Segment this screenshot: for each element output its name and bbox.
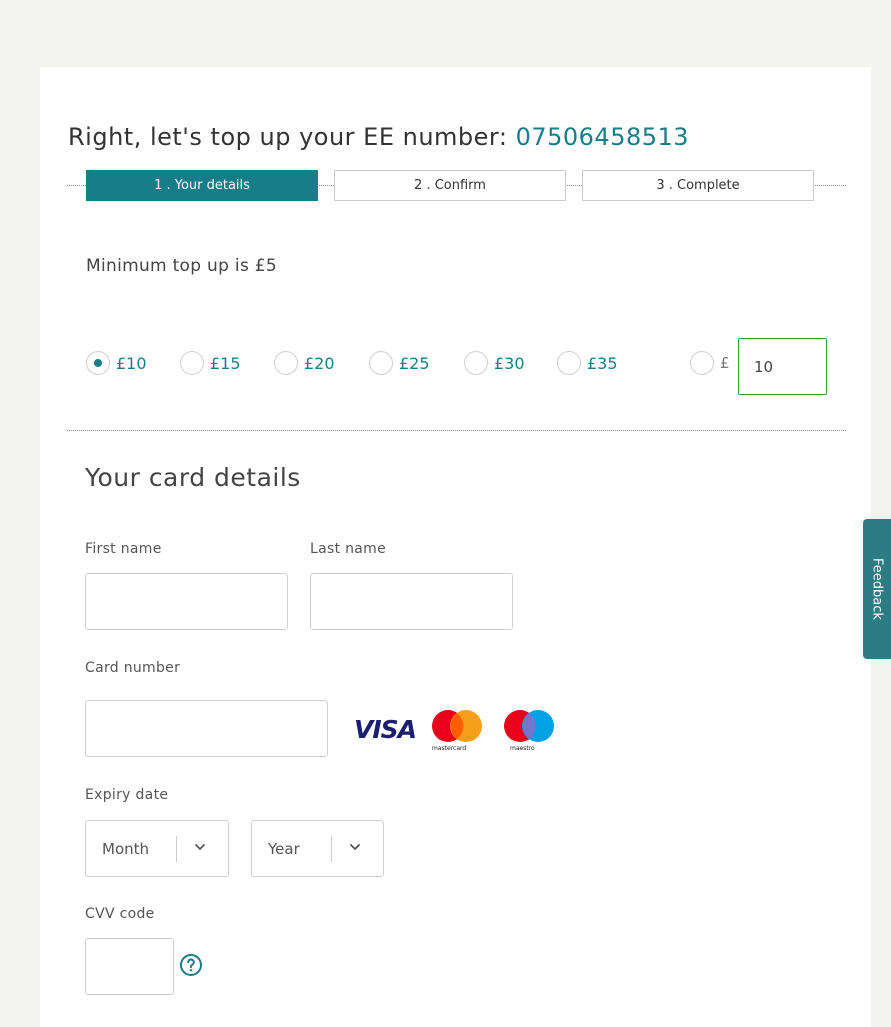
month-placeholder: Month	[102, 839, 150, 858]
amount-radio-35[interactable]	[557, 351, 581, 375]
section-divider	[67, 430, 846, 431]
page-title-prefix: Right, let's top up your EE number:	[68, 123, 516, 151]
step-complete: 3 . Complete	[582, 170, 814, 201]
visa-logo: VISA	[354, 715, 417, 744]
expiry-date-label: Expiry date	[85, 787, 169, 803]
amount-options: £10 £15 £20 £25 £30 £35 £	[86, 338, 846, 395]
custom-amount-input[interactable]	[738, 338, 827, 395]
card-number-field[interactable]	[85, 700, 328, 757]
step-confirm: 2 . Confirm	[334, 170, 566, 201]
amount-option-30[interactable]: £30	[464, 351, 525, 375]
amount-radio-20[interactable]	[274, 351, 298, 375]
amount-label-30: £30	[494, 353, 525, 373]
amount-label-20: £20	[304, 353, 335, 373]
amount-label-10: £10	[116, 353, 147, 373]
minimum-top-up-text: Minimum top up is £5	[86, 256, 278, 276]
maestro-wordmark: maestro	[510, 745, 535, 752]
amount-label-35: £35	[587, 353, 618, 373]
first-name-label: First name	[85, 541, 162, 557]
feedback-tab[interactable]: Feedback	[863, 519, 891, 659]
amount-radio-custom[interactable]	[690, 351, 714, 375]
select-separator	[176, 836, 177, 862]
last-name-field[interactable]	[310, 573, 513, 630]
chevron-down-icon	[195, 844, 205, 850]
amount-radio-15[interactable]	[180, 351, 204, 375]
cvv-label: CVV code	[85, 906, 155, 922]
select-separator	[331, 836, 332, 862]
amount-label-25: £25	[399, 353, 430, 373]
expiry-year-select[interactable]: Year	[251, 820, 384, 877]
amount-radio-30[interactable]	[464, 351, 488, 375]
help-icon[interactable]	[179, 953, 203, 977]
amount-option-20[interactable]: £20	[274, 351, 335, 375]
last-name-label: Last name	[310, 541, 387, 557]
step-your-details: 1 . Your details	[86, 170, 318, 201]
page-title: Right, let's top up your EE number: 0750…	[68, 123, 689, 151]
mastercard-wordmark: mastercard	[432, 745, 467, 752]
amount-option-25[interactable]: £25	[369, 351, 430, 375]
cvv-field[interactable]	[85, 938, 174, 995]
custom-amount-currency: £	[720, 354, 730, 372]
first-name-field[interactable]	[85, 573, 288, 630]
amount-radio-10[interactable]	[86, 351, 110, 375]
amount-option-10[interactable]: £10	[86, 351, 147, 375]
card-details-title: Your card details	[85, 463, 301, 492]
progress-stepper: 1 . Your details 2 . Confirm 3 . Complet…	[67, 170, 846, 202]
chevron-down-icon	[350, 844, 360, 850]
year-placeholder: Year	[268, 839, 300, 858]
amount-option-15[interactable]: £15	[180, 351, 241, 375]
amount-option-35[interactable]: £35	[557, 351, 618, 375]
amount-option-custom[interactable]: £	[690, 351, 730, 375]
top-up-panel: Right, let's top up your EE number: 0750…	[40, 67, 871, 1027]
mastercard-logo	[432, 710, 482, 742]
amount-radio-25[interactable]	[369, 351, 393, 375]
maestro-logo	[504, 710, 554, 742]
amount-label-15: £15	[210, 353, 241, 373]
card-number-label: Card number	[85, 660, 181, 676]
expiry-month-select[interactable]: Month	[85, 820, 229, 877]
phone-number: 07506458513	[515, 123, 690, 151]
feedback-label: Feedback	[869, 558, 885, 620]
